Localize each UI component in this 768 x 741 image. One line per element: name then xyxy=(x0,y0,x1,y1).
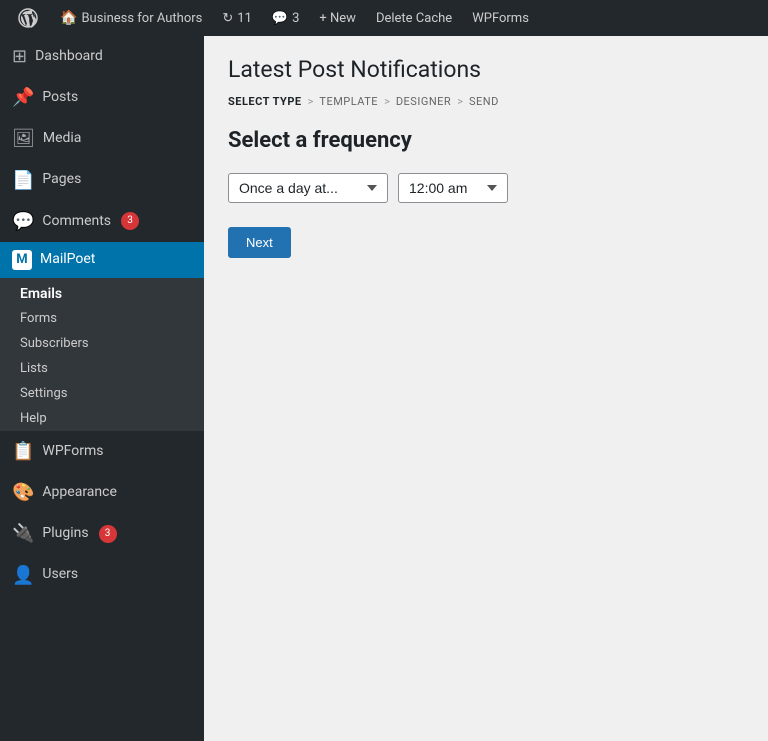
sidebar-item-dashboard[interactable]: ⊞ Dashboard xyxy=(0,36,204,77)
frequency-row: Once a day at... Immediately Once a week… xyxy=(228,173,744,203)
media-icon: 🖼 xyxy=(12,126,35,151)
posts-icon: 📌 xyxy=(12,85,34,110)
users-icon: 👤 xyxy=(12,563,34,588)
adminbar-wpforms[interactable]: WPForms xyxy=(464,0,537,36)
sidebar-item-posts[interactable]: 📌 Posts xyxy=(0,77,204,118)
plugins-badge: 3 xyxy=(99,525,117,543)
next-button[interactable]: Next xyxy=(228,227,291,258)
sidebar-item-comments[interactable]: 💬 Comments 3 xyxy=(0,201,204,242)
mailpoet-submenu: Emails Forms Subscribers Lists Settings … xyxy=(0,278,204,431)
section-title: Select a frequency xyxy=(228,128,744,153)
sidebar-item-users[interactable]: 👤 Users xyxy=(0,555,204,596)
sidebar-item-media[interactable]: 🖼 Media xyxy=(0,118,204,159)
sidebar-item-label: Posts xyxy=(42,88,78,108)
sidebar: ⊞ Dashboard 📌 Posts 🖼 Media 📄 Pages 💬 Co… xyxy=(0,36,204,741)
sidebar-item-label: MailPoet xyxy=(40,250,95,270)
sidebar-item-label: Plugins xyxy=(42,524,88,544)
breadcrumb-sep-2: > xyxy=(384,95,390,108)
main-content: Latest Post Notifications SELECT TYPE > … xyxy=(204,36,768,741)
submenu-item-help[interactable]: Help xyxy=(0,406,204,431)
sidebar-item-label: Dashboard xyxy=(35,47,103,67)
comments-icon: 💬 xyxy=(272,11,288,26)
sidebar-item-label: Media xyxy=(43,129,82,149)
dashboard-icon: ⊞ xyxy=(12,44,27,69)
adminbar-comments[interactable]: 💬 3 xyxy=(264,0,308,36)
adminbar-updates[interactable]: ↻ 11 xyxy=(214,0,260,36)
sidebar-item-label: Appearance xyxy=(42,483,116,503)
mailpoet-icon: M xyxy=(12,250,32,270)
adminbar-site-name[interactable]: 🏠 Business for Authors xyxy=(52,0,210,36)
breadcrumb-step-template: TEMPLATE xyxy=(319,95,378,108)
submenu-item-forms[interactable]: Forms xyxy=(0,306,204,331)
plugins-icon: 🔌 xyxy=(12,521,34,546)
sidebar-item-wpforms[interactable]: 📋 WPForms xyxy=(0,431,204,472)
sidebar-item-label: Comments xyxy=(42,212,111,232)
page-title: Latest Post Notifications xyxy=(228,56,744,83)
time-select[interactable]: 12:00 am 1:00 am 2:00 am 3:00 am 6:00 am… xyxy=(398,173,508,203)
breadcrumb: SELECT TYPE > TEMPLATE > DESIGNER > SEND xyxy=(228,95,744,108)
frequency-select[interactable]: Once a day at... Immediately Once a week… xyxy=(228,173,388,203)
breadcrumb-step-send: SEND xyxy=(469,95,499,108)
submenu-item-settings[interactable]: Settings xyxy=(0,381,204,406)
updates-icon: ↻ xyxy=(222,11,233,26)
pages-icon: 📄 xyxy=(12,168,34,193)
submenu-item-subscribers[interactable]: Subscribers xyxy=(0,331,204,356)
adminbar-new[interactable]: + New xyxy=(311,0,364,36)
sidebar-item-plugins[interactable]: 🔌 Plugins 3 xyxy=(0,513,204,554)
sidebar-item-label: Users xyxy=(42,565,78,585)
home-icon: 🏠 xyxy=(60,10,77,26)
wpforms-icon: 📋 xyxy=(12,439,34,464)
sidebar-item-appearance[interactable]: 🎨 Appearance xyxy=(0,472,204,513)
sidebar-item-label: Pages xyxy=(42,170,81,190)
breadcrumb-step-designer: DESIGNER xyxy=(396,95,451,108)
comments-badge: 3 xyxy=(121,212,139,230)
submenu-item-lists[interactable]: Lists xyxy=(0,356,204,381)
main-layout: ⊞ Dashboard 📌 Posts 🖼 Media 📄 Pages 💬 Co… xyxy=(0,36,768,741)
breadcrumb-sep-3: > xyxy=(457,95,463,108)
sidebar-item-mailpoet[interactable]: M MailPoet xyxy=(0,242,204,278)
wp-logo-button[interactable] xyxy=(8,0,48,36)
breadcrumb-sep-1: > xyxy=(308,95,314,108)
adminbar-delete-cache[interactable]: Delete Cache xyxy=(368,0,460,36)
breadcrumb-step-select-type: SELECT TYPE xyxy=(228,95,302,108)
appearance-icon: 🎨 xyxy=(12,480,34,505)
admin-bar: 🏠 Business for Authors ↻ 11 💬 3 + New De… xyxy=(0,0,768,36)
submenu-header-emails[interactable]: Emails xyxy=(0,278,204,306)
sidebar-item-pages[interactable]: 📄 Pages xyxy=(0,160,204,201)
comments-nav-icon: 💬 xyxy=(12,209,34,234)
sidebar-item-label: WPForms xyxy=(42,442,103,462)
